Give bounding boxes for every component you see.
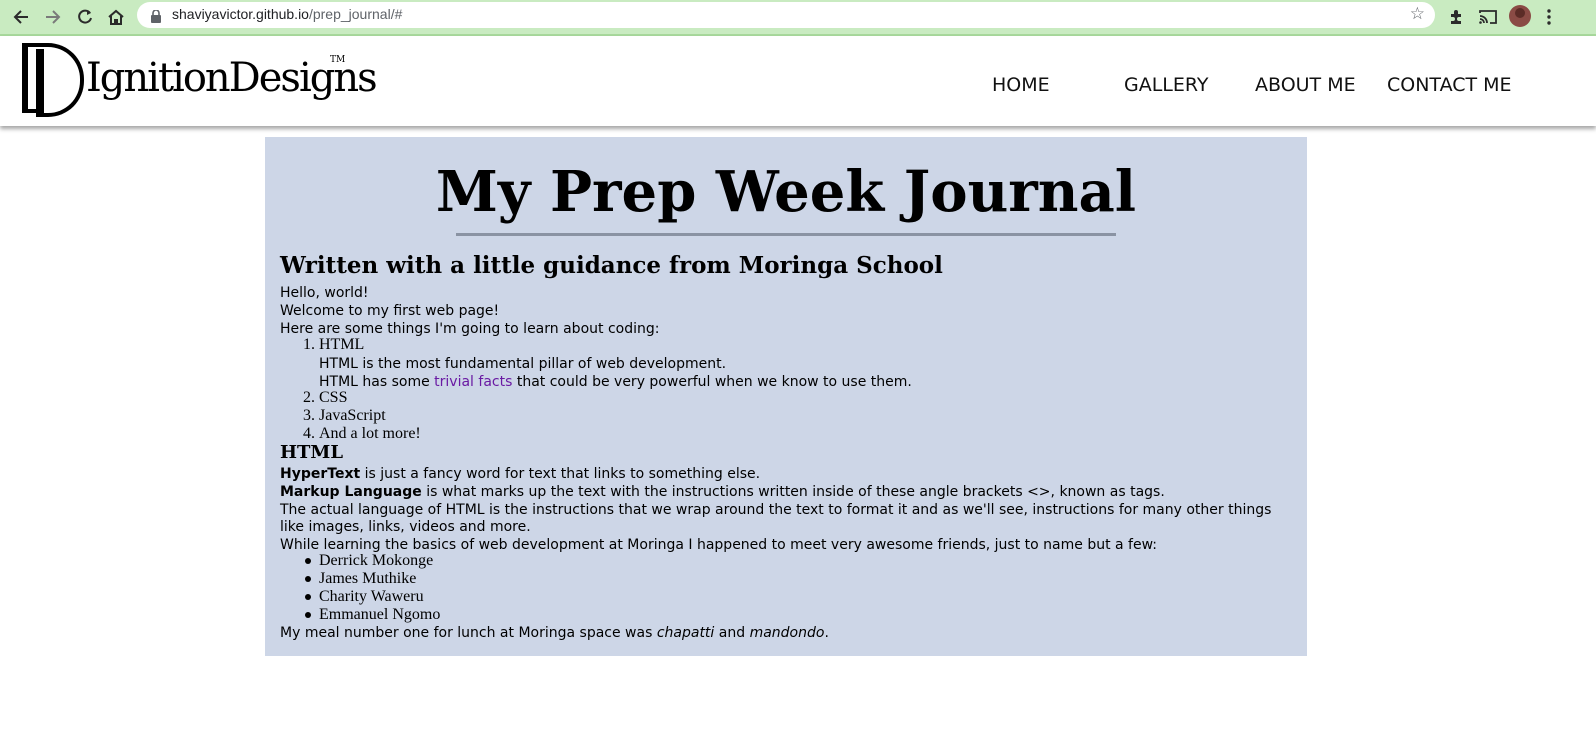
bullet [305, 594, 311, 600]
list-number: 1. [303, 336, 315, 353]
journal-panel: My Prep Week Journal Written with a litt… [265, 137, 1307, 656]
site-header: IgnitionDesigns TM HOME GALLERY ABOUT ME… [0, 36, 1596, 126]
hypertext-paragraph: HyperText is just a fancy word for text … [280, 465, 760, 483]
learn-item-javascript: JavaScript [319, 407, 386, 424]
cast-icon[interactable] [1476, 5, 1500, 29]
learn-item-more: And a lot more! [319, 425, 421, 442]
markup-term: Markup Language [280, 484, 422, 500]
bullet [305, 576, 311, 582]
url-host: shaviyavictor.github.io [172, 6, 309, 22]
meal-text-and: and [714, 625, 750, 641]
star-icon[interactable]: ☆ [1410, 4, 1425, 24]
friend-item: James Muthike [319, 570, 417, 587]
meal-paragraph: My meal number one for lunch at Moringa … [280, 624, 829, 642]
learn-item-css: CSS [319, 389, 348, 406]
main-nav: HOME GALLERY ABOUT ME CONTACT ME [0, 74, 1596, 96]
browser-toolbar: shaviyavictor.github.io/prep_journal/# ☆ [0, 0, 1596, 34]
url-path: /prep_journal/# [308, 6, 403, 22]
address-bar-url[interactable]: shaviyavictor.github.io/prep_journal/# [172, 6, 402, 22]
markup-desc: is what marks up the text with the instr… [421, 484, 1165, 500]
html-heading: HTML [280, 442, 343, 463]
intro-line-2: Welcome to my first web page! [280, 303, 500, 319]
meal-text-before: My meal number one for lunch at Moringa … [280, 625, 657, 641]
learn-item-html-facts: HTML has some trivial facts that could b… [319, 373, 912, 391]
nav-home[interactable]: HOME [992, 74, 1050, 96]
meal-text-end: . [824, 625, 829, 641]
page-subtitle: Written with a little guidance from Mori… [280, 252, 943, 279]
intro-line-1: Hello, world! [280, 285, 369, 301]
bullet [305, 612, 311, 618]
nav-about-me[interactable]: ABOUT ME [1255, 74, 1356, 96]
hypertext-desc: is just a fancy word for text that links… [360, 466, 761, 482]
facts-text-after: that could be very powerful when we know… [512, 374, 912, 390]
friend-item: Derrick Mokonge [319, 552, 434, 569]
facts-text-before: HTML has some [319, 374, 435, 390]
friend-item: Emmanuel Ngomo [319, 606, 441, 623]
trivial-facts-link[interactable]: trivial facts [434, 374, 512, 390]
home-icon[interactable] [103, 4, 129, 30]
markup-paragraph: Markup Language is what marks up the tex… [280, 483, 1165, 501]
actual-language-line-2: like images, links, videos and more. [280, 519, 531, 535]
learn-item-html: HTML [319, 336, 365, 353]
nav-contact-me[interactable]: CONTACT ME [1387, 74, 1512, 96]
actual-language-line-1: The actual language of HTML is the instr… [280, 502, 1272, 518]
nav-gallery[interactable]: GALLERY [1124, 74, 1209, 96]
hypertext-term: HyperText [280, 466, 361, 482]
address-bar[interactable]: shaviyavictor.github.io/prep_journal/# ☆ [137, 2, 1435, 28]
back-arrow-icon[interactable] [8, 4, 34, 30]
extensions-icon[interactable] [1444, 5, 1468, 29]
bullet [305, 558, 311, 564]
lock-icon[interactable] [151, 8, 161, 27]
menu-dots-icon[interactable] [1537, 5, 1561, 29]
reload-icon[interactable] [72, 4, 98, 30]
list-number: 2. [303, 389, 315, 406]
logo-trademark: TM [330, 55, 346, 65]
forward-arrow-icon[interactable] [40, 4, 66, 30]
page-title: My Prep Week Journal [435, 159, 1137, 225]
meal-item-chapatti: chapatti [656, 625, 715, 641]
learn-item-html-desc: HTML is the most fundamental pillar of w… [319, 356, 727, 372]
profile-avatar[interactable] [1509, 5, 1531, 27]
title-underline [456, 233, 1116, 236]
meal-item-mandondo: mandondo [749, 625, 825, 641]
list-number: 4. [303, 425, 315, 442]
list-number: 3. [303, 407, 315, 424]
friend-item: Charity Waweru [319, 588, 424, 605]
